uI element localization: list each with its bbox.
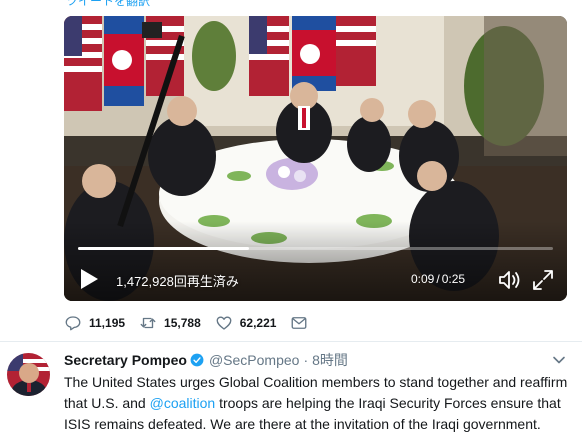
- like-icon: [216, 316, 232, 330]
- like-count: 62,221: [239, 316, 277, 330]
- reply-button[interactable]: 11,195: [64, 314, 125, 332]
- retweet-icon: [140, 317, 156, 329]
- play-icon: [81, 269, 98, 289]
- retweet-count: 15,788: [164, 316, 201, 330]
- time-separator: /: [436, 272, 440, 286]
- avatar[interactable]: [7, 353, 50, 396]
- play-button[interactable]: [78, 267, 100, 291]
- chevron-down-icon: [553, 356, 565, 364]
- current-time: 0:09: [411, 272, 435, 286]
- volume-button[interactable]: [497, 268, 523, 292]
- video-progress-bar[interactable]: [78, 247, 553, 250]
- volume-icon: [499, 271, 520, 289]
- reply-count: 11,195: [89, 316, 126, 330]
- video-progress-fill: [78, 247, 249, 250]
- view-count: 1,472,928回再生済み: [116, 274, 239, 289]
- retweet-button[interactable]: 15,788: [139, 314, 201, 332]
- author-handle[interactable]: @SecPompeo: [209, 352, 299, 368]
- video-player[interactable]: 1,472,928回再生済み 0:09/0:25: [64, 16, 567, 301]
- video-time: 0:09/0:25: [411, 272, 465, 286]
- like-button[interactable]: 62,221: [215, 314, 277, 332]
- dm-icon: [292, 317, 307, 329]
- tweet-text: The United States urges Global Coalition…: [64, 372, 574, 435]
- tweet-header: Secretary Pompeo @SecPompeo · 8時間: [64, 351, 348, 369]
- tweet-menu-button[interactable]: [552, 353, 566, 367]
- verified-icon: [190, 353, 204, 367]
- fullscreen-icon: [533, 270, 553, 290]
- translate-tweet-link[interactable]: ツイートを翻訳: [66, 0, 150, 8]
- video-frame: [64, 16, 567, 301]
- avatar-image: [7, 353, 50, 396]
- tweet[interactable]: Secretary Pompeo @SecPompeo · 8時間 The Un…: [0, 342, 582, 439]
- tweet-actions: 11,195 15,788 62,221: [64, 313, 322, 333]
- tweet-timestamp[interactable]: 8時間: [312, 350, 348, 370]
- duration: 0:25: [441, 272, 466, 286]
- direct-message-button[interactable]: [290, 314, 308, 332]
- coalition-mention-link[interactable]: @coalition: [150, 395, 216, 411]
- reply-icon: [65, 316, 81, 331]
- header-dot: ·: [303, 352, 309, 368]
- author-name[interactable]: Secretary Pompeo: [64, 352, 187, 368]
- fullscreen-button[interactable]: [531, 268, 555, 292]
